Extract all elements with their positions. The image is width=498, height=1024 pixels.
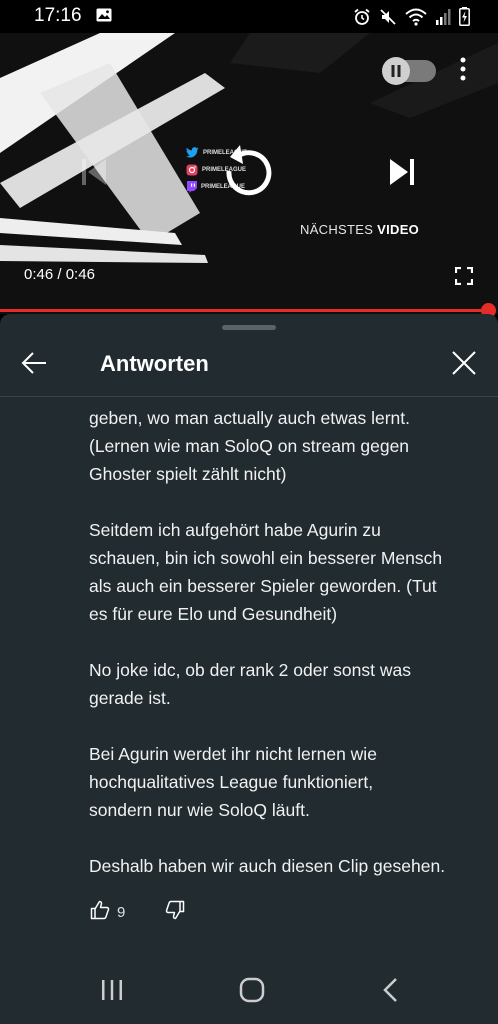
drag-handle[interactable] xyxy=(222,325,276,330)
video-progress-bar[interactable] xyxy=(0,309,490,312)
next-video-label: NÄCHSTES VIDEO xyxy=(300,222,419,237)
back-arrow-icon[interactable] xyxy=(21,351,47,380)
twitter-icon xyxy=(186,147,199,158)
signal-icon xyxy=(435,8,451,30)
comment-paragraph: Seitdem ich aufgehört habe Agurin zu sch… xyxy=(89,520,443,624)
wifi-icon xyxy=(405,8,427,31)
system-navigation-bar xyxy=(0,954,498,1024)
comment-actions: 9 xyxy=(90,900,185,925)
mute-icon xyxy=(379,8,397,31)
recent-apps-icon[interactable] xyxy=(100,978,124,1007)
thumb-down-icon xyxy=(166,900,185,920)
next-video-label-bold: VIDEO xyxy=(377,222,420,237)
timecode: 0:46 / 0:46 xyxy=(24,266,95,283)
time-current: 0:46 xyxy=(24,266,54,283)
system-back-icon[interactable] xyxy=(381,976,399,1009)
more-vert-icon[interactable] xyxy=(460,57,466,86)
panel-divider xyxy=(0,396,498,397)
autoplay-toggle[interactable] xyxy=(382,57,436,85)
fullscreen-icon[interactable] xyxy=(454,266,474,290)
close-icon[interactable] xyxy=(452,351,476,380)
image-icon xyxy=(96,8,112,27)
instagram-icon xyxy=(186,164,198,175)
comment-paragraph: Deshalb haben wir auch diesen Clip geseh… xyxy=(89,856,446,876)
alarm-icon xyxy=(353,8,371,31)
replies-panel: Antworten geben, wo man actually auch et… xyxy=(0,314,498,954)
comment-paragraph: geben, wo man actually auch etwas lernt.… xyxy=(89,408,411,484)
next-video-label-light: NÄCHSTES xyxy=(300,222,374,237)
panel-title: Antworten xyxy=(100,351,209,376)
like-count: 9 xyxy=(117,904,126,921)
pause-icon xyxy=(391,65,401,77)
twitch-icon xyxy=(187,180,197,193)
comment-paragraph: No joke idc, ob der rank 2 oder sonst wa… xyxy=(89,660,411,708)
video-player[interactable]: PRIMELEAGUE PRIMELEAGUE PRIMELEAGUE NÄCH… xyxy=(0,33,498,314)
dislike-button[interactable] xyxy=(165,900,185,925)
previous-video-icon[interactable] xyxy=(80,157,108,192)
home-icon[interactable] xyxy=(239,977,265,1008)
thumb-up-icon xyxy=(90,900,110,920)
next-video-icon[interactable] xyxy=(388,157,416,192)
time-total: 0:46 xyxy=(65,266,95,283)
like-button[interactable] xyxy=(90,900,110,925)
replay-icon[interactable] xyxy=(218,144,276,207)
reply-comment-text: geben, wo man actually auch etwas lernt.… xyxy=(89,404,489,908)
time-separator: / xyxy=(53,266,66,283)
comment-paragraph: Bei Agurin werdet ihr nicht lernen wie h… xyxy=(89,744,377,820)
battery-charging-icon xyxy=(459,7,470,31)
autoplay-toggle-knob xyxy=(382,57,410,85)
status-bar: 17:16 xyxy=(0,0,498,33)
status-time: 17:16 xyxy=(34,5,82,26)
